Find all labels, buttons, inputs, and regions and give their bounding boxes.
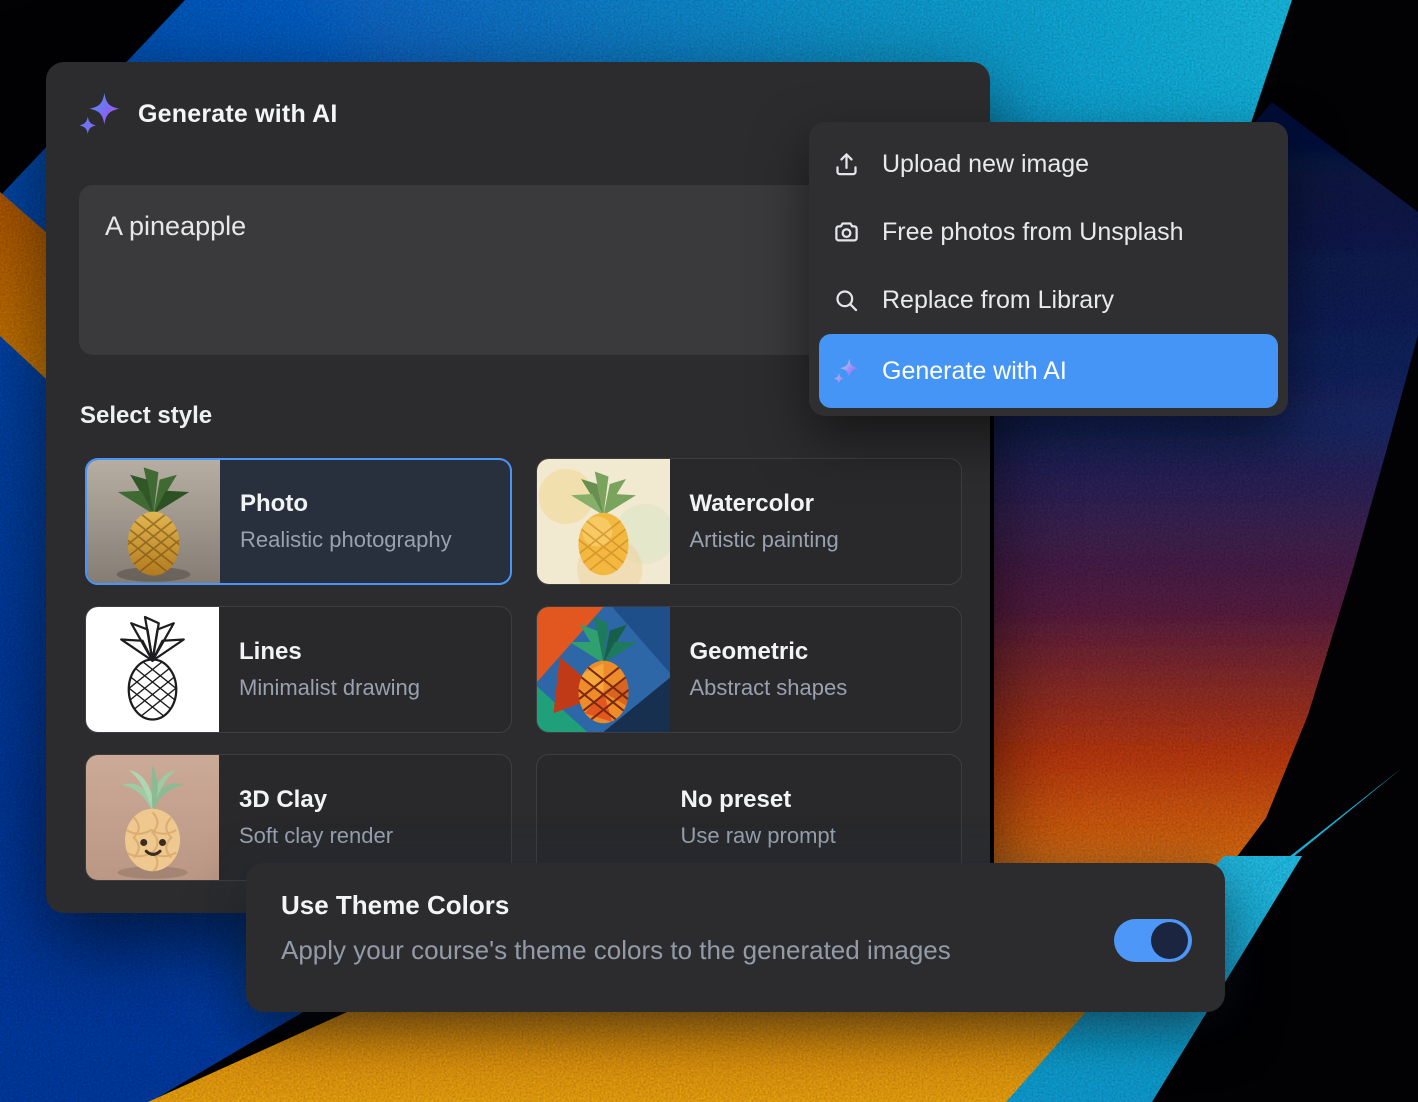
ai-sparkle-icon — [79, 92, 121, 136]
style-subtitle: Use raw prompt — [681, 823, 836, 849]
modal-header: Generate with AI — [79, 92, 338, 136]
modal-title: Generate with AI — [138, 100, 338, 129]
style-subtitle: Soft clay render — [239, 823, 393, 849]
menu-item-replace-from-library[interactable]: Replace from Library — [819, 266, 1278, 334]
style-subtitle: Realistic photography — [240, 527, 452, 553]
menu-item-label: Upload new image — [882, 150, 1089, 179]
style-title: Geometric — [690, 638, 848, 666]
style-card-geometric[interactable]: Geometric Abstract shapes — [536, 606, 963, 733]
menu-item-free-photos-unsplash[interactable]: Free photos from Unsplash — [819, 198, 1278, 266]
lines-style-thumbnail — [86, 607, 219, 732]
style-card-text: Geometric Abstract shapes — [670, 607, 848, 732]
style-card-no-preset[interactable]: No preset Use raw prompt — [536, 754, 963, 881]
toggle-knob — [1151, 922, 1188, 959]
clay-style-thumbnail — [86, 755, 219, 880]
sparkle-icon — [833, 358, 860, 385]
menu-item-label: Free photos from Unsplash — [882, 218, 1184, 247]
upload-icon — [833, 151, 860, 178]
style-card-3d-clay[interactable]: 3D Clay Soft clay render — [85, 754, 512, 881]
style-card-watercolor[interactable]: Watercolor Artistic painting — [536, 458, 963, 585]
select-style-label: Select style — [80, 402, 212, 430]
style-grid: Photo Realistic photography — [85, 458, 962, 881]
use-theme-colors-panel: Use Theme Colors Apply your course's the… — [246, 863, 1225, 1012]
image-source-menu: Upload new image Free photos from Unspla… — [809, 122, 1288, 416]
style-card-text: No preset Use raw prompt — [537, 755, 836, 880]
photo-style-thumbnail — [87, 460, 220, 583]
style-subtitle: Minimalist drawing — [239, 675, 420, 701]
style-card-text: Lines Minimalist drawing — [219, 607, 420, 732]
theme-panel-description: Apply your course's theme colors to the … — [281, 935, 951, 966]
style-card-text: Photo Realistic photography — [220, 460, 452, 583]
style-title: 3D Clay — [239, 786, 393, 814]
menu-item-generate-with-ai[interactable]: Generate with AI — [819, 334, 1278, 408]
style-subtitle: Abstract shapes — [690, 675, 848, 701]
menu-item-label: Replace from Library — [882, 286, 1114, 315]
style-card-text: Watercolor Artistic painting — [670, 459, 839, 584]
camera-icon — [833, 219, 860, 246]
geometric-style-thumbnail — [537, 607, 670, 732]
style-card-lines[interactable]: Lines Minimalist drawing — [85, 606, 512, 733]
style-title: Watercolor — [690, 490, 839, 518]
style-title: Lines — [239, 638, 420, 666]
theme-panel-title: Use Theme Colors — [281, 890, 509, 921]
use-theme-colors-toggle[interactable] — [1114, 919, 1192, 962]
style-card-photo[interactable]: Photo Realistic photography — [85, 458, 512, 585]
search-icon — [833, 287, 860, 314]
style-title: No preset — [681, 786, 836, 814]
style-title: Photo — [240, 490, 452, 518]
menu-item-upload-new-image[interactable]: Upload new image — [819, 130, 1278, 198]
style-subtitle: Artistic painting — [690, 527, 839, 553]
menu-item-label: Generate with AI — [882, 357, 1067, 386]
style-card-text: 3D Clay Soft clay render — [219, 755, 393, 880]
watercolor-style-thumbnail — [537, 459, 670, 584]
